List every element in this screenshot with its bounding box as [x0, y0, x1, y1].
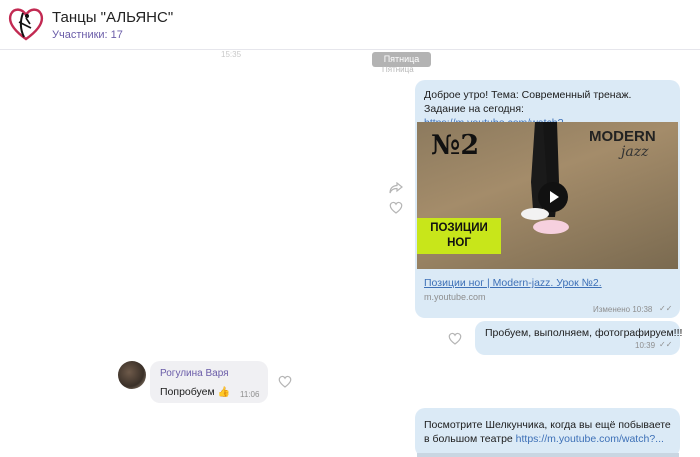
avatar[interactable]: [118, 361, 146, 389]
play-button[interactable]: [538, 182, 568, 212]
share-icon[interactable]: [389, 182, 403, 194]
video-positions-overlay: ПОЗИЦИИ НОГ: [417, 218, 501, 254]
chat-title[interactable]: Танцы "АЛЬЯНС": [52, 9, 173, 26]
video-number-overlay: №2: [431, 130, 480, 161]
video-modern-overlay: MODERN: [589, 128, 656, 145]
heart-icon[interactable]: [278, 375, 292, 388]
read-ticks: ✓✓: [659, 340, 673, 349]
chat-header: Танцы "АЛЬЯНС" Участники: 17: [0, 0, 700, 50]
preview-title-link[interactable]: Позиции ног | Modern-jazz. Урок №2.: [424, 276, 602, 290]
preview-edge: [417, 453, 679, 457]
dancer-legs-image: [521, 122, 569, 234]
thumbs-up-icon: 👍: [217, 387, 231, 398]
heart-icon[interactable]: [389, 201, 403, 214]
message-time: 11:06: [240, 390, 260, 399]
faded-timestamp: 15:35: [221, 50, 242, 59]
message-edited-time: Изменено 10:38: [593, 305, 653, 314]
message-time: 10:39: [635, 341, 656, 350]
day-separator-shadow: Пятница: [382, 65, 414, 74]
read-ticks: ✓✓: [659, 304, 673, 313]
message-text: Попробуем 👍: [160, 386, 231, 398]
heart-icon[interactable]: [448, 332, 462, 345]
preview-domain: m.youtube.com: [424, 292, 486, 302]
video-jazz-overlay: jazz: [621, 144, 649, 160]
video-preview-thumbnail[interactable]: №2 MODERN jazz ПОЗИЦИИ НОГ: [417, 122, 678, 269]
message-text: Пробуем, выполняем, фотографируем!!!: [485, 327, 683, 339]
message-link[interactable]: https://m.youtube.com/watch?...: [516, 433, 664, 445]
alliance-logo: [8, 8, 44, 41]
message-text: Посмотрите Шелкунчика, когда вы ещё побы…: [424, 419, 671, 445]
sender-name[interactable]: Рогулина Варя: [160, 368, 229, 379]
members-count[interactable]: Участники: 17: [52, 29, 123, 41]
